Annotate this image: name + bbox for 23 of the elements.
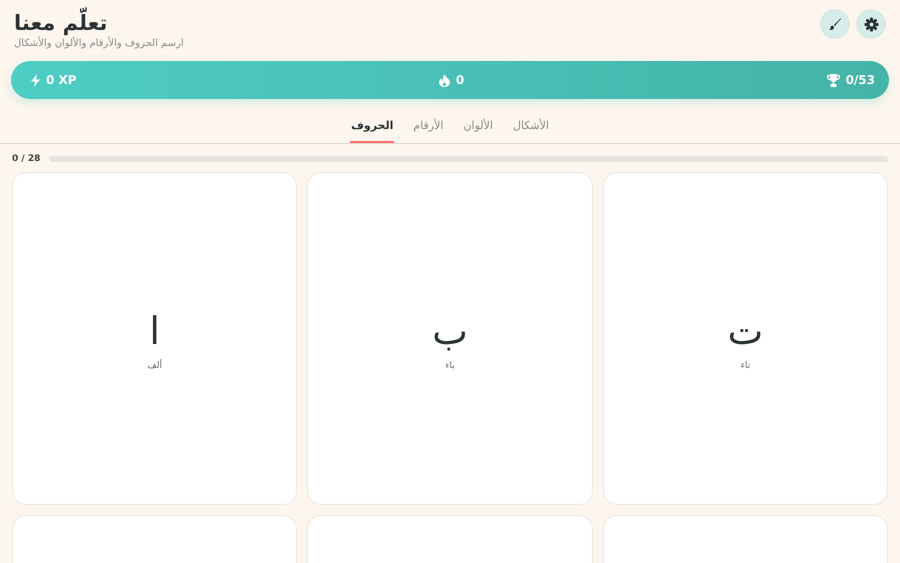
streak-count: 0 — [456, 73, 464, 87]
letter-card[interactable]: ا ألف — [12, 172, 298, 505]
brush-icon — [828, 17, 842, 31]
xp-count: 0 XP — [46, 73, 77, 87]
category-tab[interactable]: الحروف — [350, 109, 394, 143]
settings-button[interactable] — [856, 9, 886, 39]
letter-card[interactable]: ت تاء — [602, 172, 888, 505]
app-subtitle: ارسم الحروف والأرقام والألوان والأشكال — [14, 37, 184, 51]
letter-glyph: ا — [149, 308, 160, 354]
letter-name: ألف — [147, 360, 162, 370]
letter-name: باء — [445, 360, 455, 370]
letter-name: تاء — [740, 360, 750, 370]
letter-glyph: ب — [432, 308, 468, 354]
progress-count: 0 / 28 — [12, 154, 40, 164]
lightning-icon — [31, 74, 40, 86]
settings-icon — [864, 16, 878, 32]
letter-card[interactable]: ب باء — [307, 172, 593, 505]
app-title: تعلّم معنا — [14, 9, 184, 37]
flame-icon — [438, 74, 450, 86]
brush-button[interactable] — [820, 9, 850, 39]
trophy-count: 0/53 — [846, 73, 875, 87]
trophy-icon — [826, 74, 840, 86]
letter-glyph: ت — [727, 308, 764, 354]
